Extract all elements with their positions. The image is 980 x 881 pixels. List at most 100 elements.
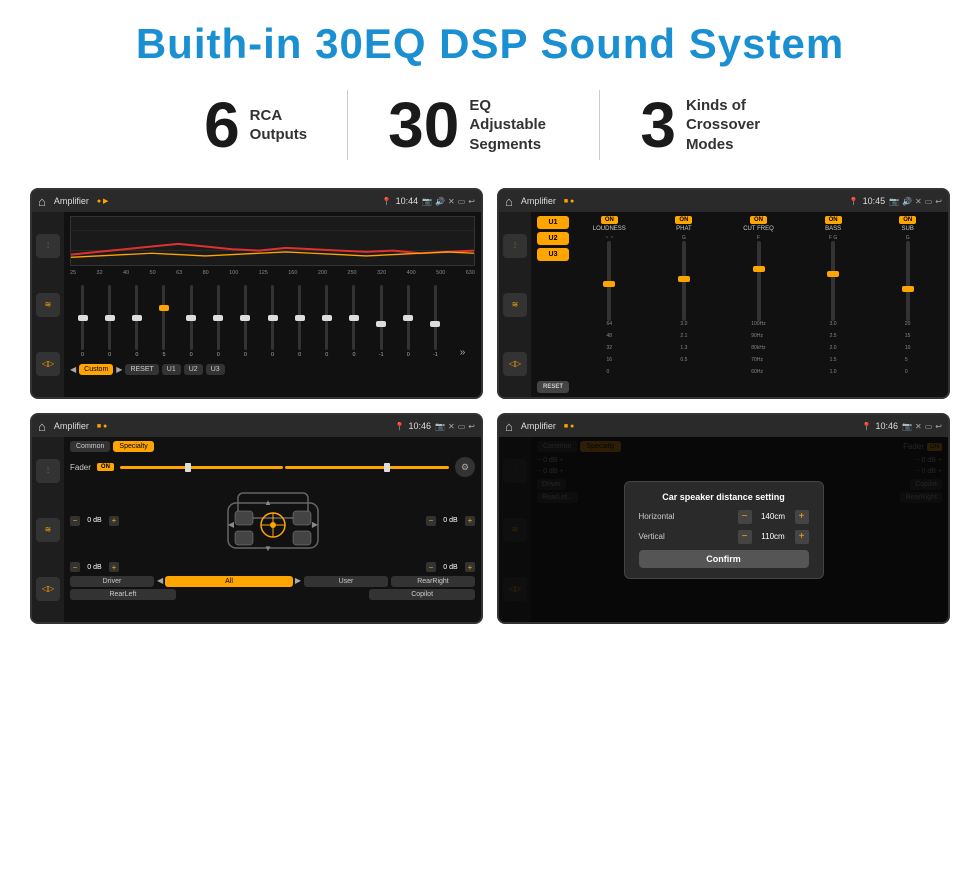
prev-arrow[interactable]: ◀ — [70, 365, 76, 374]
fader-tune-icon[interactable]: ⫶ — [36, 459, 60, 483]
db-plus-right-1[interactable]: + — [465, 516, 475, 526]
eq-tune-icon[interactable]: ⫶ — [36, 234, 60, 258]
home-icon-3[interactable]: ⌂ — [38, 419, 46, 434]
settings-icon[interactable]: ⚙ — [455, 457, 475, 477]
fader-vol-icon[interactable]: ◁▷ — [36, 577, 60, 601]
eq-freq-labels: 25 32 40 50 63 80 100 125 160 200 250 32… — [70, 270, 475, 276]
side-controls-3: ⫶ ≋ ◁▷ — [32, 437, 64, 622]
horizontal-minus[interactable]: − — [738, 510, 752, 524]
status-bar-3: ⌂ Amplifier ■ ● 📍 10:46 📷 ✕ ▭ ↩ — [32, 415, 481, 437]
phat-on[interactable]: ON — [675, 216, 692, 224]
tab-specialty[interactable]: Specialty — [113, 441, 153, 452]
close-icon-4: ✕ — [915, 422, 922, 431]
eq-u3-btn[interactable]: U3 — [206, 364, 225, 375]
eq-main: 25 32 40 50 63 80 100 125 160 200 250 32… — [64, 212, 481, 397]
bass-slider[interactable] — [831, 241, 835, 321]
home-icon-1[interactable]: ⌂ — [38, 194, 46, 209]
back-icon-2[interactable]: ↩ — [935, 197, 942, 206]
phat-slider[interactable] — [682, 241, 686, 321]
eq-slider-next[interactable]: » — [450, 322, 475, 358]
eq-slider-13[interactable]: -1 — [423, 285, 448, 358]
mixer-main: U1 U2 U3 RESET ON LOUDNESS — [531, 212, 948, 397]
mixer-u1-btn[interactable]: U1 — [537, 216, 569, 229]
sub-slider[interactable] — [906, 241, 910, 321]
eq-reset-btn[interactable]: RESET — [125, 364, 158, 375]
camera-icon-3: 📷 — [435, 422, 445, 431]
side-controls-2: ⫶ ≋ ◁▷ — [499, 212, 531, 397]
horizontal-plus[interactable]: + — [795, 510, 809, 524]
eq-slider-9[interactable]: 0 — [314, 285, 339, 358]
eq-slider-5[interactable]: 0 — [206, 285, 231, 358]
user-btn[interactable]: User — [304, 576, 388, 587]
fader-on-btn[interactable]: ON — [97, 463, 114, 471]
db-minus-left-1[interactable]: − — [70, 516, 80, 526]
db-val-right-1: 0 dB — [438, 517, 463, 524]
db-val-right-2: 0 dB — [438, 564, 463, 571]
cutfreq-slider[interactable] — [757, 241, 761, 321]
screen3-body: ⫶ ≋ ◁▷ Common Specialty Fader ON — [32, 437, 481, 622]
screen4-title: Amplifier — [521, 421, 556, 431]
dialog-box: Car speaker distance setting Horizontal … — [624, 481, 824, 579]
location-icon-1: 📍 — [382, 197, 392, 206]
loudness-slider[interactable] — [607, 241, 611, 321]
eq-vol-icon[interactable]: ◁▷ — [36, 352, 60, 376]
mixer-u3-btn[interactable]: U3 — [537, 248, 569, 261]
back-icon-4[interactable]: ↩ — [935, 422, 942, 431]
db-minus-right-1[interactable]: − — [426, 516, 436, 526]
driver-btn[interactable]: Driver — [70, 576, 154, 587]
screen1-title: Amplifier — [54, 196, 89, 206]
bass-on[interactable]: ON — [825, 216, 842, 224]
eq-slider-1[interactable]: 0 — [97, 285, 122, 358]
vertical-minus[interactable]: − — [738, 530, 752, 544]
mixer-tune-icon[interactable]: ⫶ — [503, 234, 527, 258]
eq-slider-10[interactable]: 0 — [341, 285, 366, 358]
db-plus-right-2[interactable]: + — [465, 562, 475, 572]
rearleft-btn[interactable]: RearLeft — [70, 589, 176, 600]
left-speaker-ctrl-2: − 0 dB + — [70, 562, 119, 572]
home-icon-2[interactable]: ⌂ — [505, 194, 513, 209]
eq-slider-12[interactable]: 0 — [396, 285, 421, 358]
copilot-btn[interactable]: Copilot — [369, 589, 475, 600]
mixer-u2-btn[interactable]: U2 — [537, 232, 569, 245]
db-minus-left-2[interactable]: − — [70, 562, 80, 572]
screen1-time: 10:44 — [396, 196, 419, 206]
eq-u1-btn[interactable]: U1 — [162, 364, 181, 375]
mixer-vol-icon[interactable]: ◁▷ — [503, 352, 527, 376]
sub-on[interactable]: ON — [899, 216, 916, 224]
svg-text:◀: ◀ — [227, 520, 234, 529]
fader-wave-icon[interactable]: ≋ — [36, 518, 60, 542]
dialog-overlay: Car speaker distance setting Horizontal … — [499, 437, 948, 622]
vertical-plus[interactable]: + — [795, 530, 809, 544]
cutfreq-on[interactable]: ON — [750, 216, 767, 224]
db-minus-right-2[interactable]: − — [426, 562, 436, 572]
back-icon-1[interactable]: ↩ — [468, 197, 475, 206]
eq-slider-6[interactable]: 0 — [233, 285, 258, 358]
eq-slider-2[interactable]: 0 — [124, 285, 149, 358]
home-icon-4[interactable]: ⌂ — [505, 419, 513, 434]
horizontal-label: Horizontal — [639, 512, 694, 521]
all-btn[interactable]: All — [165, 576, 293, 587]
eq-slider-4[interactable]: 0 — [179, 285, 204, 358]
next-arrow[interactable]: ▶ — [116, 365, 122, 374]
eq-slider-3[interactable]: 5 — [151, 285, 176, 358]
mixer-reset-btn[interactable]: RESET — [537, 381, 569, 393]
db-plus-left-1[interactable]: + — [109, 516, 119, 526]
close-icon-3: ✕ — [448, 422, 455, 431]
speaker-row-1: − 0 dB + — [70, 483, 475, 558]
eq-u2-btn[interactable]: U2 — [184, 364, 203, 375]
tab-common[interactable]: Common — [70, 441, 110, 452]
eq-slider-7[interactable]: 0 — [260, 285, 285, 358]
car-diagram: ▲ ▼ ◀ ▶ — [119, 483, 426, 558]
loudness-on[interactable]: ON — [601, 216, 618, 224]
right-speaker-ctrl-1: − 0 dB + — [426, 483, 475, 558]
eq-slider-11[interactable]: -1 — [369, 285, 394, 358]
db-plus-left-2[interactable]: + — [109, 562, 119, 572]
mixer-wave-icon[interactable]: ≋ — [503, 293, 527, 317]
back-icon-3[interactable]: ↩ — [468, 422, 475, 431]
eq-slider-8[interactable]: 0 — [287, 285, 312, 358]
eq-wave-icon[interactable]: ≋ — [36, 293, 60, 317]
confirm-button[interactable]: Confirm — [639, 550, 809, 568]
eq-slider-0[interactable]: 0 — [70, 285, 95, 358]
eq-custom-btn[interactable]: Custom — [79, 364, 113, 375]
rearright-btn[interactable]: RearRight — [391, 576, 475, 587]
